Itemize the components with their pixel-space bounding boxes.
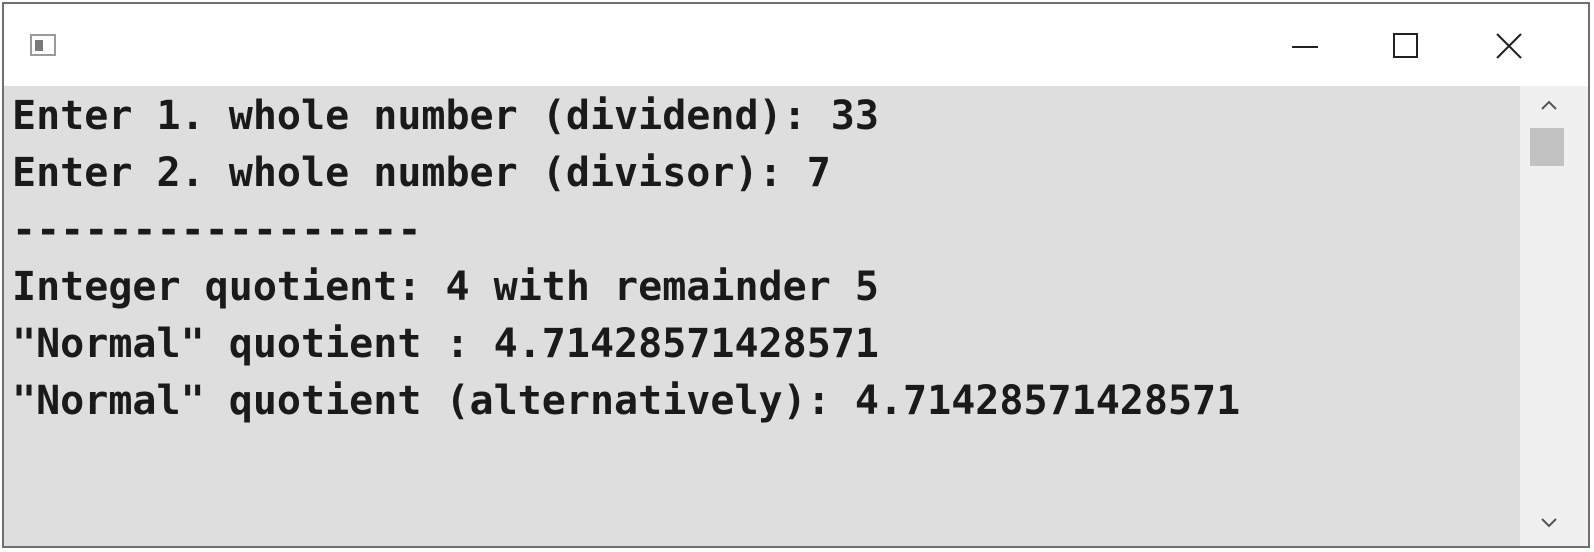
console-line: Enter 1. whole number (dividend): 33: [12, 93, 879, 139]
chevron-up-icon: [1541, 100, 1557, 110]
scroll-thumb[interactable]: [1530, 128, 1564, 166]
console-output[interactable]: Enter 1. whole number (dividend): 33 Ent…: [4, 86, 1520, 546]
minimize-button[interactable]: [1278, 20, 1332, 72]
console-window: Enter 1. whole number (dividend): 33 Ent…: [2, 2, 1590, 548]
console-line: Integer quotient: 4 with remainder 5: [12, 264, 879, 310]
close-icon: [1496, 33, 1522, 59]
console-separator-line: -----------------: [12, 207, 422, 253]
console-line: "Normal" quotient : 4.71428571428571: [12, 321, 879, 367]
console-app-icon[interactable]: [30, 34, 56, 56]
title-bar[interactable]: [4, 4, 1588, 86]
close-button[interactable]: [1482, 20, 1536, 72]
maximize-icon: [1393, 33, 1418, 58]
vertical-scrollbar[interactable]: [1520, 86, 1588, 546]
maximize-button[interactable]: [1379, 20, 1433, 72]
scroll-down-button[interactable]: [1534, 510, 1564, 536]
minimize-icon: [1292, 46, 1318, 48]
chevron-down-icon: [1541, 518, 1557, 528]
console-line: Enter 2. whole number (divisor): 7: [12, 150, 831, 196]
scroll-up-button[interactable]: [1534, 92, 1564, 118]
console-line: "Normal" quotient (alternatively): 4.714…: [12, 378, 1241, 424]
